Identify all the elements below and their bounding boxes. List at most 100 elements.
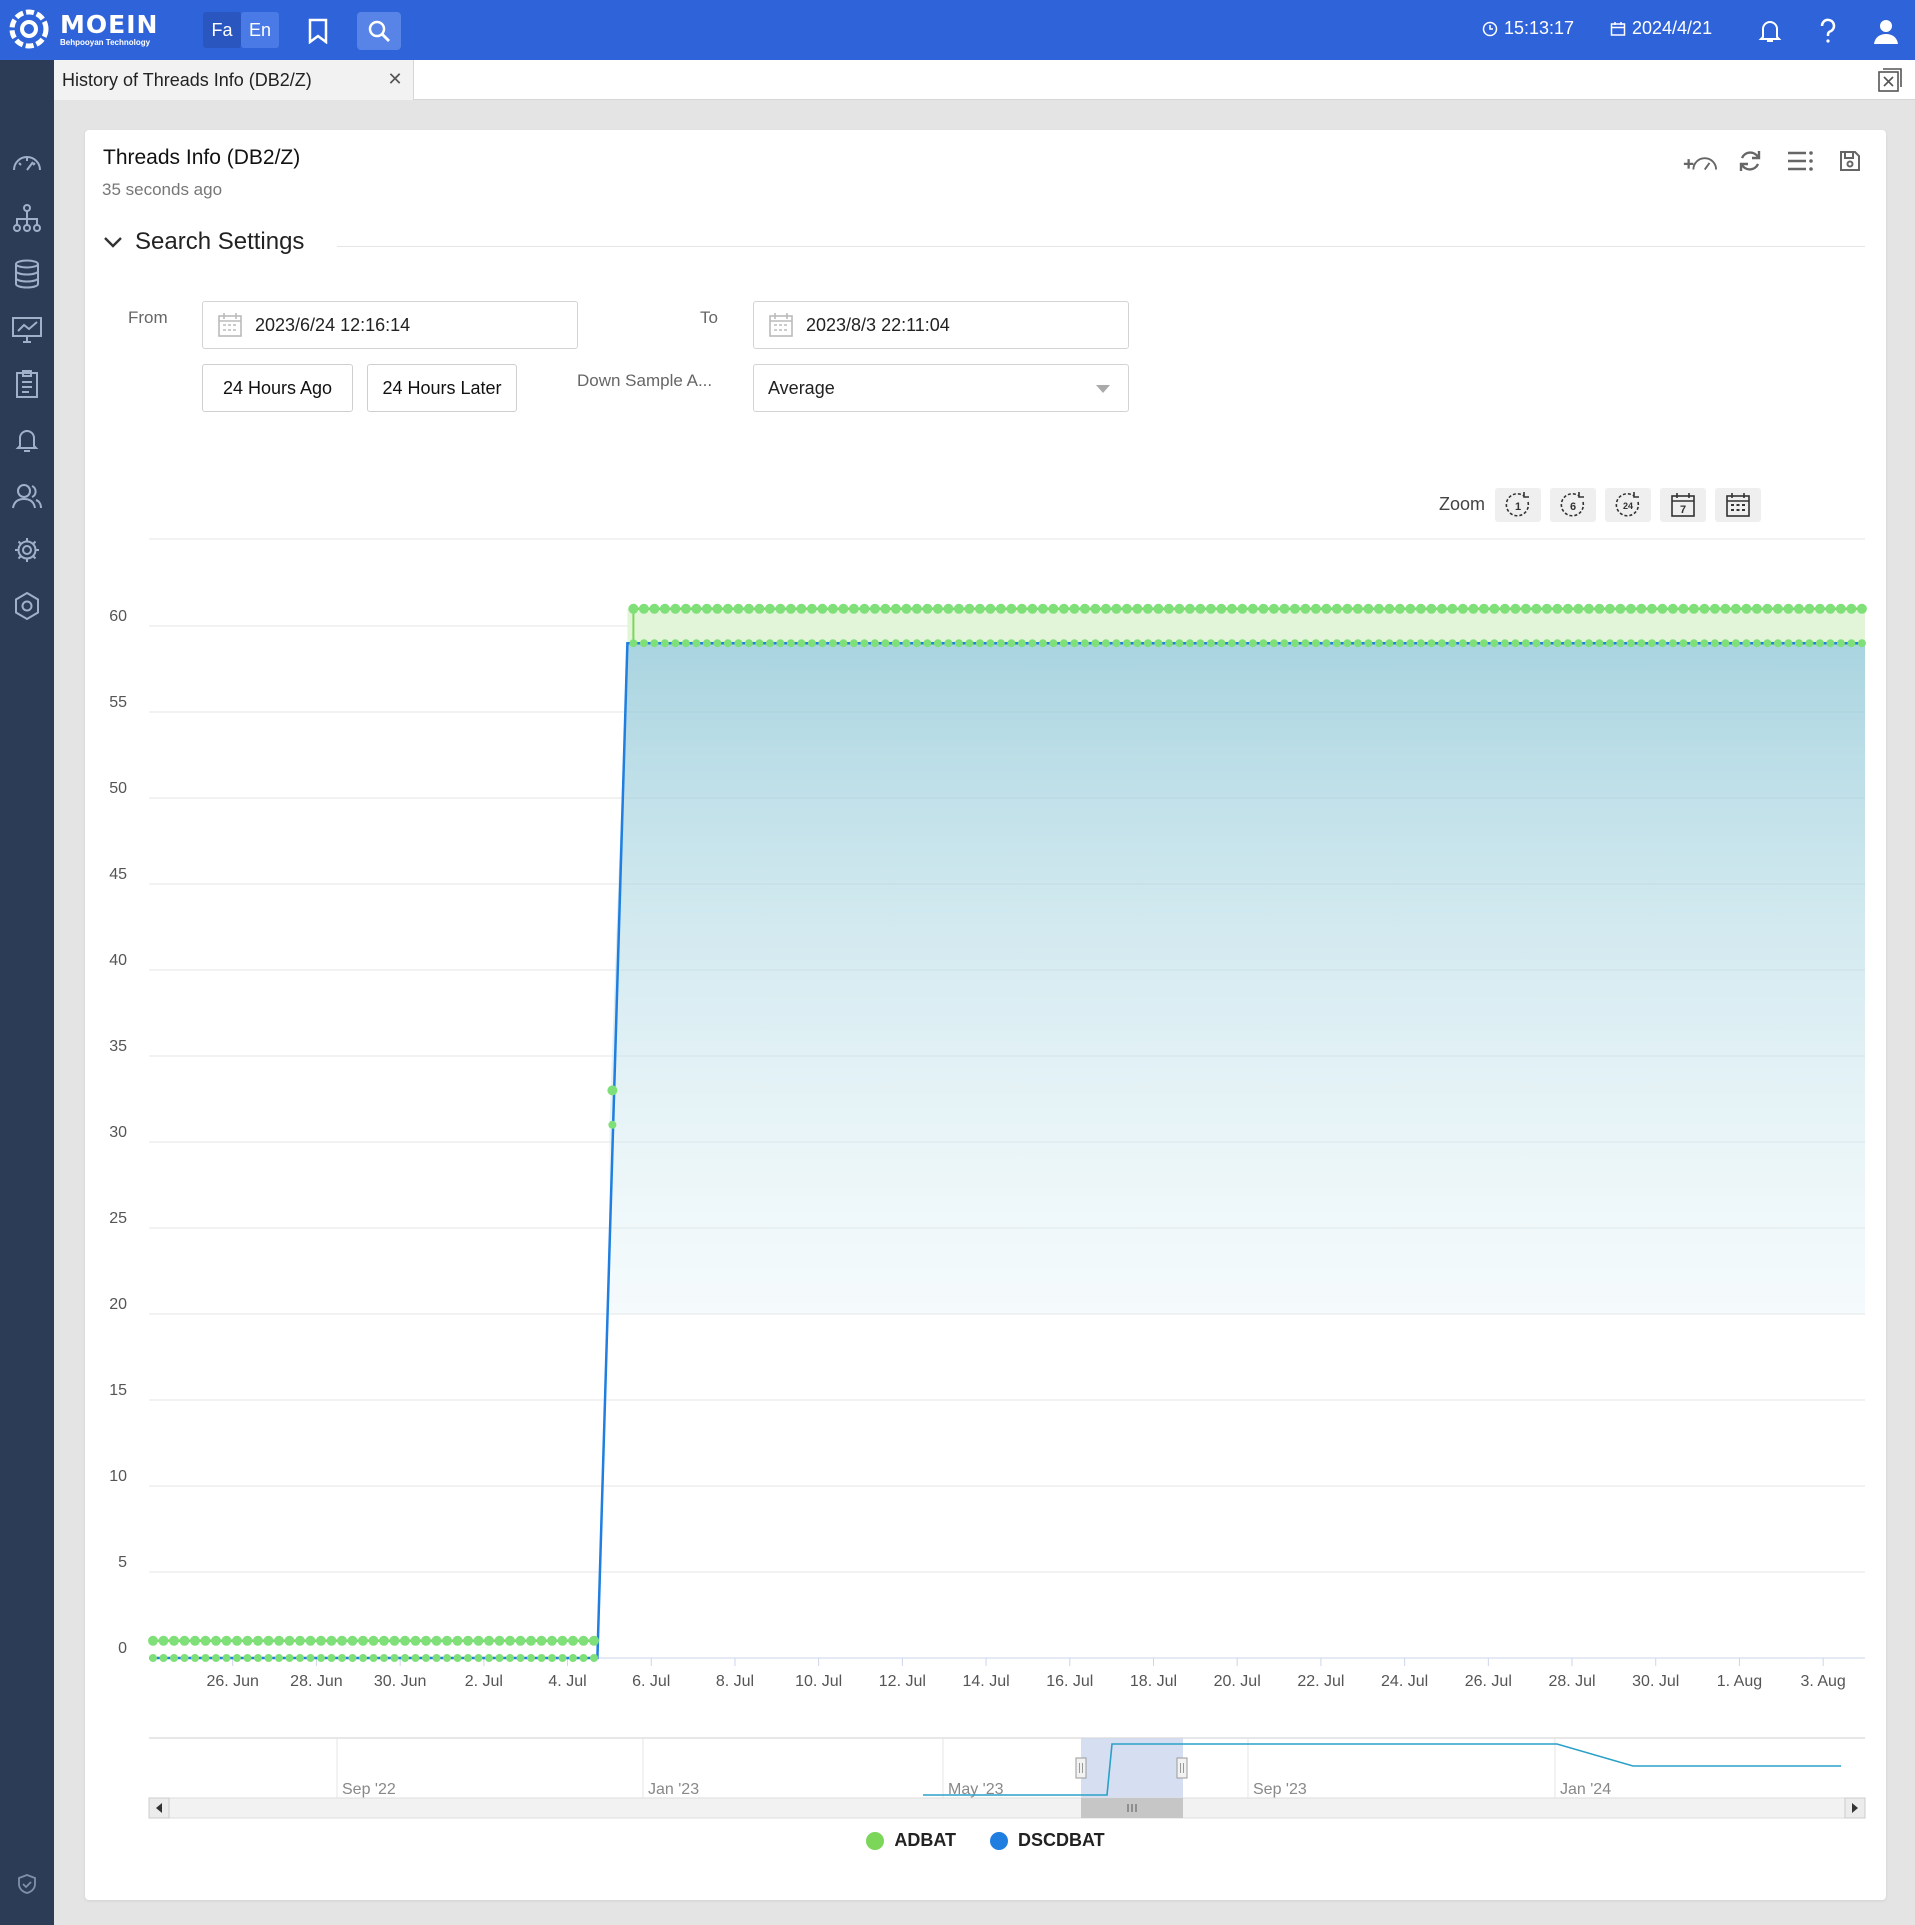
sidebar-item-dashboard[interactable] (9, 144, 45, 180)
adbat-point (1489, 603, 1500, 614)
adbat-point (1237, 603, 1248, 614)
tab-history-threads[interactable]: History of Threads Info (DB2/Z) (54, 60, 414, 100)
adbat-point (368, 1635, 379, 1646)
dscdbat-point (860, 639, 869, 648)
legend-dot-adbat (866, 1831, 885, 1850)
sidebar (0, 60, 54, 1925)
sidebar-item-users[interactable] (9, 478, 45, 514)
navigator-left-handle[interactable] (1075, 1757, 1087, 1779)
dscdbat-point (285, 1654, 294, 1662)
dscdbat-point (1637, 639, 1646, 648)
logo[interactable]: MOEIN Behpooyan Technology (8, 8, 158, 50)
adbat-point (1174, 603, 1185, 614)
adbat-point (649, 603, 660, 614)
legend-item-adbat[interactable]: ADBAT (866, 1830, 956, 1851)
y-tick-label: 5 (118, 1554, 127, 1571)
sidebar-item-settings[interactable] (9, 532, 45, 568)
adbat-point (1804, 603, 1815, 614)
dscdbat-point (369, 1654, 378, 1662)
dscdbat-point (1574, 639, 1583, 648)
navigator-label: Sep '23 (1253, 1781, 1307, 1798)
close-all-tabs-icon[interactable] (1877, 67, 1903, 93)
adbat-point (379, 1635, 389, 1646)
logo-icon (9, 9, 49, 49)
adbat-point (505, 1635, 515, 1646)
adbat-point (1111, 603, 1122, 614)
x-tick-label: 28. Jun (290, 1673, 342, 1690)
sidebar-item-reports[interactable] (9, 366, 45, 402)
dscdbat-point (159, 1654, 168, 1662)
dscdbat-point (996, 639, 1005, 648)
dscdbat-point (1647, 639, 1656, 648)
adbat-point (964, 603, 975, 614)
dscdbat-point (1196, 639, 1205, 648)
dscdbat-point (1374, 639, 1383, 648)
dscdbat-point (986, 639, 995, 648)
adbat-point (463, 1635, 473, 1646)
close-icon: ✕ (387, 68, 403, 89)
lang-fa-button[interactable]: Fa (203, 12, 241, 48)
adbat-point (1720, 603, 1731, 614)
dscdbat-point (1280, 639, 1289, 648)
adbat-point (932, 603, 943, 614)
navigator-right-handle[interactable] (1176, 1757, 1188, 1779)
legend-label-dscdbat: DSCDBAT (1017, 1830, 1105, 1850)
tab-bar: History of Threads Info (DB2/Z) ✕ (54, 60, 1915, 100)
adbat-point (358, 1635, 368, 1646)
dscdbat-point (1437, 639, 1446, 648)
sidebar-item-database[interactable] (9, 256, 45, 292)
dscdbat-point (639, 639, 648, 648)
help-button[interactable] (1806, 12, 1850, 50)
clock-display: 15:13:17 (1482, 18, 1574, 39)
dscdbat-point (1521, 639, 1530, 648)
brand-name: MOEIN (60, 9, 159, 39)
adbat-point (1499, 603, 1510, 614)
threads-chart[interactable]: 0 5 10 15 20 25 30 35 40 45 50 55 60 26. Jun 28. Jun 30… (85, 130, 1886, 1830)
adbat-point (1321, 603, 1332, 614)
search-button[interactable] (357, 12, 401, 50)
adbat-point (190, 1635, 200, 1646)
dscdbat-point (180, 1654, 189, 1662)
sidebar-item-monitoring[interactable] (9, 312, 45, 348)
dscdbat-point (755, 639, 764, 648)
dscdbat-point (1742, 639, 1751, 648)
dscdbat-point (713, 639, 722, 648)
x-tick-label: 4. Jul (548, 1673, 586, 1690)
sidebar-collapse-button[interactable] (9, 1866, 45, 1902)
dscdbat-point (1353, 639, 1362, 648)
bell-icon (1758, 21, 1782, 42)
x-tick-label: 2. Jul (465, 1673, 503, 1690)
sidebar-item-system[interactable] (9, 588, 45, 624)
dscdbat-point (537, 1654, 546, 1662)
dscdbat-point (1605, 639, 1614, 648)
sidebar-item-topology[interactable] (9, 200, 45, 236)
dscdbat-point (296, 1654, 304, 1662)
legend-item-dscdbat[interactable]: DSCDBAT (989, 1830, 1105, 1851)
dscdbat-point (1532, 639, 1541, 648)
y-tick-label: 0 (118, 1640, 127, 1657)
bookmark-button[interactable] (296, 12, 340, 50)
lang-en-button[interactable]: En (241, 12, 279, 48)
adbat-point (295, 1635, 305, 1646)
sidebar-item-alerts[interactable] (9, 422, 45, 458)
dscdbat-point (1626, 639, 1635, 648)
dscdbat-point (201, 1654, 210, 1662)
adbat-point (1163, 603, 1174, 614)
adbat-point (775, 603, 786, 614)
dscdbat-point (579, 1654, 588, 1662)
top-bar: MOEIN Behpooyan Technology Fa En 15:13:1… (0, 0, 1915, 60)
notifications-button[interactable] (1748, 12, 1792, 50)
adbat-point (1016, 603, 1027, 614)
hex-gear-icon (15, 591, 39, 621)
adbat-point (421, 1635, 431, 1646)
tab-close-button[interactable]: ✕ (384, 68, 406, 90)
y-tick-label: 10 (109, 1468, 127, 1485)
adbat-point (1573, 603, 1584, 614)
adbat-point (557, 1635, 568, 1646)
dscdbat-point (1038, 639, 1047, 648)
adbat-point (1394, 603, 1405, 614)
adbat-point (1615, 603, 1626, 614)
adbat-point (1657, 603, 1668, 614)
adbat-point (158, 1635, 169, 1646)
user-button[interactable] (1864, 12, 1908, 50)
